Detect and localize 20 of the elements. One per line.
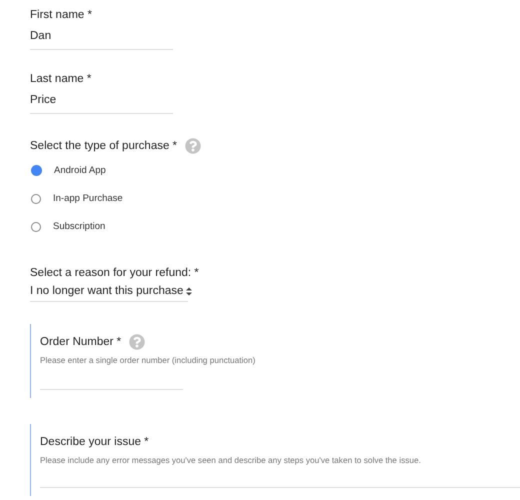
radio-button[interactable]: [31, 165, 42, 176]
radio-option[interactable]: Android App: [30, 165, 520, 176]
hint-text: Please enter a single order number (including punctuation): [40, 355, 256, 365]
question-label: Select a reason for your refund: *: [30, 266, 200, 280]
question-label: Describe your issue *: [40, 435, 149, 449]
radio-option[interactable]: Subscription: [30, 221, 520, 232]
question-label: Select the type of purchase *: [30, 139, 178, 153]
field-label: First name *: [30, 8, 93, 22]
reason-select[interactable]: I no longer want this purchase: [30, 280, 188, 302]
help-icon[interactable]: [129, 334, 146, 350]
radio-button[interactable]: [31, 222, 41, 232]
text-field[interactable]: Price: [30, 88, 173, 114]
hint-text: Please include any error messages you've seen and describe any steps you've taken to solve the issue.: [40, 455, 422, 465]
radio-button[interactable]: [31, 194, 41, 204]
radio-option[interactable]: In-app Purchase: [30, 193, 520, 204]
help-icon[interactable]: [185, 138, 202, 154]
text-field[interactable]: Dan: [30, 24, 173, 50]
sort-caret-icon: [186, 286, 192, 296]
question-label: Order Number *: [40, 335, 122, 349]
field-label: Last name *: [30, 72, 92, 86]
